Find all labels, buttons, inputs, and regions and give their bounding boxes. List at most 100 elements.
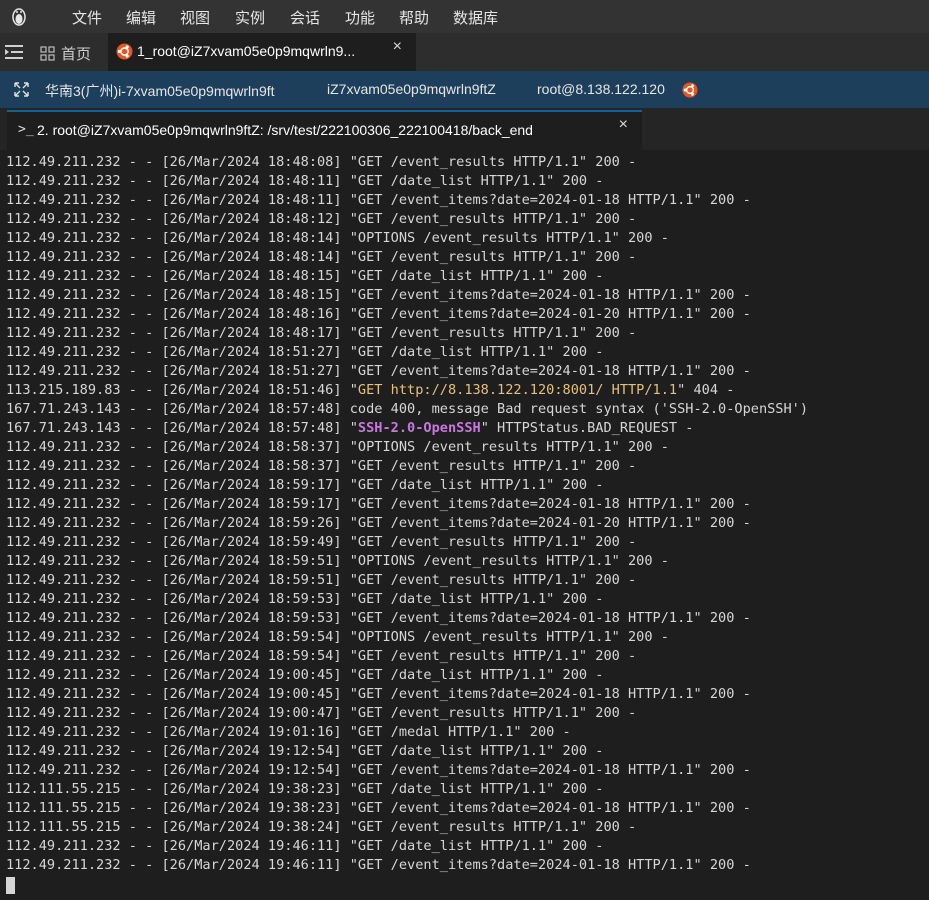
menu-bar: 文件 编辑 视图 实例 会话 功能 帮助 数据库 — [0, 0, 929, 33]
tab-terminal-2[interactable]: >_ 2. root@iZ7xvam05e0p9mqwrln9ftZ: /srv… — [7, 110, 642, 150]
log-text: 112.49.211.232 - - [26/Mar/2024 18:59:51… — [6, 553, 669, 569]
ubuntu-icon — [116, 43, 133, 60]
log-line: 167.71.243.143 - - [26/Mar/2024 18:57:48… — [6, 419, 808, 438]
log-line: 112.49.211.232 - - [26/Mar/2024 18:59:54… — [6, 647, 808, 666]
log-line: 112.49.211.232 - - [26/Mar/2024 19:46:11… — [6, 837, 808, 856]
log-text: 112.49.211.232 - - [26/Mar/2024 19:46:11… — [6, 838, 604, 854]
log-text: 112.49.211.232 - - [26/Mar/2024 18:58:37… — [6, 458, 637, 474]
log-line: 112.49.211.232 - - [26/Mar/2024 18:59:17… — [6, 495, 808, 514]
log-line: 112.49.211.232 - - [26/Mar/2024 18:48:15… — [6, 286, 808, 305]
tab-session-1[interactable]: 1_root@iZ7xvam05e0p9mqwrln9... × — [108, 33, 416, 71]
menu-session[interactable]: 会话 — [290, 7, 320, 28]
log-text: 112.49.211.232 - - [26/Mar/2024 18:59:54… — [6, 648, 637, 664]
close-icon[interactable]: × — [619, 116, 628, 134]
grid-icon — [40, 46, 55, 61]
log-text: 113.215.189.83 - - [26/Mar/2024 18:51:46… — [6, 382, 358, 398]
log-line: 112.49.211.232 - - [26/Mar/2024 18:48:08… — [6, 153, 808, 172]
menu-file[interactable]: 文件 — [72, 7, 102, 28]
log-text: 112.49.211.232 - - [26/Mar/2024 19:46:11… — [6, 857, 751, 873]
log-text: 112.49.211.232 - - [26/Mar/2024 18:48:15… — [6, 287, 751, 303]
log-text: 112.49.211.232 - - [26/Mar/2024 18:48:15… — [6, 268, 604, 284]
log-text: 112.49.211.232 - - [26/Mar/2024 18:48:11… — [6, 173, 604, 189]
log-line: 112.49.211.232 - - [26/Mar/2024 18:59:26… — [6, 514, 808, 533]
log-line: 167.71.243.143 - - [26/Mar/2024 18:57:48… — [6, 400, 808, 419]
log-text: 112.49.211.232 - - [26/Mar/2024 18:59:26… — [6, 515, 751, 531]
log-line: 112.49.211.232 - - [26/Mar/2024 19:46:11… — [6, 856, 808, 875]
tab-terminal-2-label: 2. root@iZ7xvam05e0p9mqwrln9ftZ: /srv/te… — [37, 122, 533, 138]
log-line: 112.49.211.232 - - [26/Mar/2024 18:48:17… — [6, 324, 808, 343]
terminal-tab-bar: >_ 2. root@iZ7xvam05e0p9mqwrln9ftZ: /srv… — [0, 108, 929, 150]
menu-edit[interactable]: 编辑 — [126, 7, 156, 28]
log-line: 112.49.211.232 - - [26/Mar/2024 19:12:54… — [6, 761, 808, 780]
log-text: 112.49.211.232 - - [26/Mar/2024 18:59:51… — [6, 572, 637, 588]
log-text: 112.49.211.232 - - [26/Mar/2024 18:58:37… — [6, 439, 669, 455]
tab-home[interactable]: 首页 — [40, 43, 91, 64]
log-text: 167.71.243.143 - - [26/Mar/2024 18:57:48… — [6, 420, 358, 436]
log-line: 112.49.211.232 - - [26/Mar/2024 18:48:11… — [6, 172, 808, 191]
penguin-icon[interactable] — [10, 6, 28, 26]
log-line: 112.49.211.232 - - [26/Mar/2024 18:59:53… — [6, 609, 808, 628]
log-text: 112.49.211.232 - - [26/Mar/2024 18:59:54… — [6, 629, 669, 645]
log-text: 112.111.55.215 - - [26/Mar/2024 19:38:23… — [6, 781, 604, 797]
menu-help[interactable]: 帮助 — [399, 7, 429, 28]
terminal-cursor — [6, 877, 15, 894]
log-text: 112.49.211.232 - - [26/Mar/2024 18:51:27… — [6, 344, 604, 360]
log-highlight: GET http://8.138.122.120:8001/ HTTP/1.1 — [357, 382, 678, 398]
log-line: 112.111.55.215 - - [26/Mar/2024 19:38:23… — [6, 780, 808, 799]
menu-view[interactable]: 视图 — [180, 7, 210, 28]
log-line: 112.111.55.215 - - [26/Mar/2024 19:38:24… — [6, 818, 808, 837]
menu-database[interactable]: 数据库 — [453, 7, 498, 28]
menu-function[interactable]: 功能 — [345, 7, 375, 28]
log-text: 112.49.211.232 - - [26/Mar/2024 18:59:17… — [6, 496, 751, 512]
menu-instance[interactable]: 实例 — [235, 7, 265, 28]
log-text: 112.49.211.232 - - [26/Mar/2024 19:00:45… — [6, 667, 604, 683]
log-line: 112.49.211.232 - - [26/Mar/2024 19:00:45… — [6, 666, 808, 685]
log-text: 112.49.211.232 - - [26/Mar/2024 18:48:17… — [6, 325, 637, 341]
tab-session-1-label: 1_root@iZ7xvam05e0p9mqwrln9... — [137, 43, 356, 59]
log-line: 112.49.211.232 - - [26/Mar/2024 18:51:27… — [6, 343, 808, 362]
log-line: 112.49.211.232 - - [26/Mar/2024 18:48:16… — [6, 305, 808, 324]
log-text: 112.49.211.232 - - [26/Mar/2024 18:59:17… — [6, 477, 604, 493]
log-line: 112.49.211.232 - - [26/Mar/2024 18:59:53… — [6, 590, 808, 609]
sidebar-toggle-icon[interactable] — [5, 44, 23, 60]
tab-home-label: 首页 — [61, 46, 92, 63]
log-highlight: SSH-2.0-OpenSSH — [357, 420, 481, 436]
log-text: 112.49.211.232 - - [26/Mar/2024 18:48:14… — [6, 249, 637, 265]
log-text: 112.49.211.232 - - [26/Mar/2024 18:59:53… — [6, 610, 751, 626]
log-line: 112.49.211.232 - - [26/Mar/2024 19:12:54… — [6, 742, 808, 761]
log-text: 112.111.55.215 - - [26/Mar/2024 19:38:23… — [6, 800, 751, 816]
log-line: 112.111.55.215 - - [26/Mar/2024 19:38:23… — [6, 799, 808, 818]
hostname-label: iZ7xvam05e0p9mqwrln9ftZ — [327, 81, 496, 97]
log-text: 112.49.211.232 - - [26/Mar/2024 18:51:27… — [6, 363, 751, 379]
log-text: 112.49.211.232 - - [26/Mar/2024 18:48:16… — [6, 306, 751, 322]
log-text: 167.71.243.143 - - [26/Mar/2024 18:57:48… — [6, 401, 809, 417]
log-line: 112.49.211.232 - - [26/Mar/2024 19:00:47… — [6, 704, 808, 723]
terminal-output[interactable]: 112.49.211.232 - - [26/Mar/2024 18:48:08… — [0, 150, 929, 900]
connection-info-bar: 华南3(广州)i-7xvam05e0p9mqwrln9ft iZ7xvam05e… — [0, 71, 929, 108]
expand-icon[interactable] — [14, 82, 29, 97]
log-line: 112.49.211.232 - - [26/Mar/2024 18:59:17… — [6, 476, 808, 495]
log-text: 112.111.55.215 - - [26/Mar/2024 19:38:24… — [6, 819, 637, 835]
close-icon[interactable]: × — [393, 38, 402, 56]
log-text: 112.49.211.232 - - [26/Mar/2024 18:48:14… — [6, 230, 669, 246]
ubuntu-icon — [682, 82, 698, 98]
log-text: 112.49.211.232 - - [26/Mar/2024 18:59:53… — [6, 591, 604, 607]
log-line: 112.49.211.232 - - [26/Mar/2024 18:48:14… — [6, 229, 808, 248]
log-text: 112.49.211.232 - - [26/Mar/2024 18:48:12… — [6, 211, 637, 227]
log-line: 112.49.211.232 - - [26/Mar/2024 18:48:11… — [6, 191, 808, 210]
log-line: 112.49.211.232 - - [26/Mar/2024 18:59:54… — [6, 628, 808, 647]
log-text: 112.49.211.232 - - [26/Mar/2024 18:59:49… — [6, 534, 637, 550]
log-text: 112.49.211.232 - - [26/Mar/2024 18:48:08… — [6, 154, 637, 170]
log-line: 112.49.211.232 - - [26/Mar/2024 18:59:51… — [6, 571, 808, 590]
log-line: 112.49.211.232 - - [26/Mar/2024 18:48:14… — [6, 248, 808, 267]
log-line: 112.49.211.232 - - [26/Mar/2024 19:01:16… — [6, 723, 808, 742]
log-text: " 404 - — [677, 382, 735, 398]
log-text: 112.49.211.232 - - [26/Mar/2024 19:12:54… — [6, 743, 604, 759]
terminal-prompt-icon: >_ — [18, 122, 34, 137]
log-line: 112.49.211.232 - - [26/Mar/2024 18:59:49… — [6, 533, 808, 552]
region-instance-label: 华南3(广州)i-7xvam05e0p9mqwrln9ft — [45, 83, 275, 99]
log-text: 112.49.211.232 - - [26/Mar/2024 19:00:45… — [6, 686, 751, 702]
log-lines: 112.49.211.232 - - [26/Mar/2024 18:48:08… — [6, 153, 808, 875]
log-text: " HTTPStatus.BAD_REQUEST - — [480, 420, 694, 436]
log-line: 112.49.211.232 - - [26/Mar/2024 18:58:37… — [6, 438, 808, 457]
